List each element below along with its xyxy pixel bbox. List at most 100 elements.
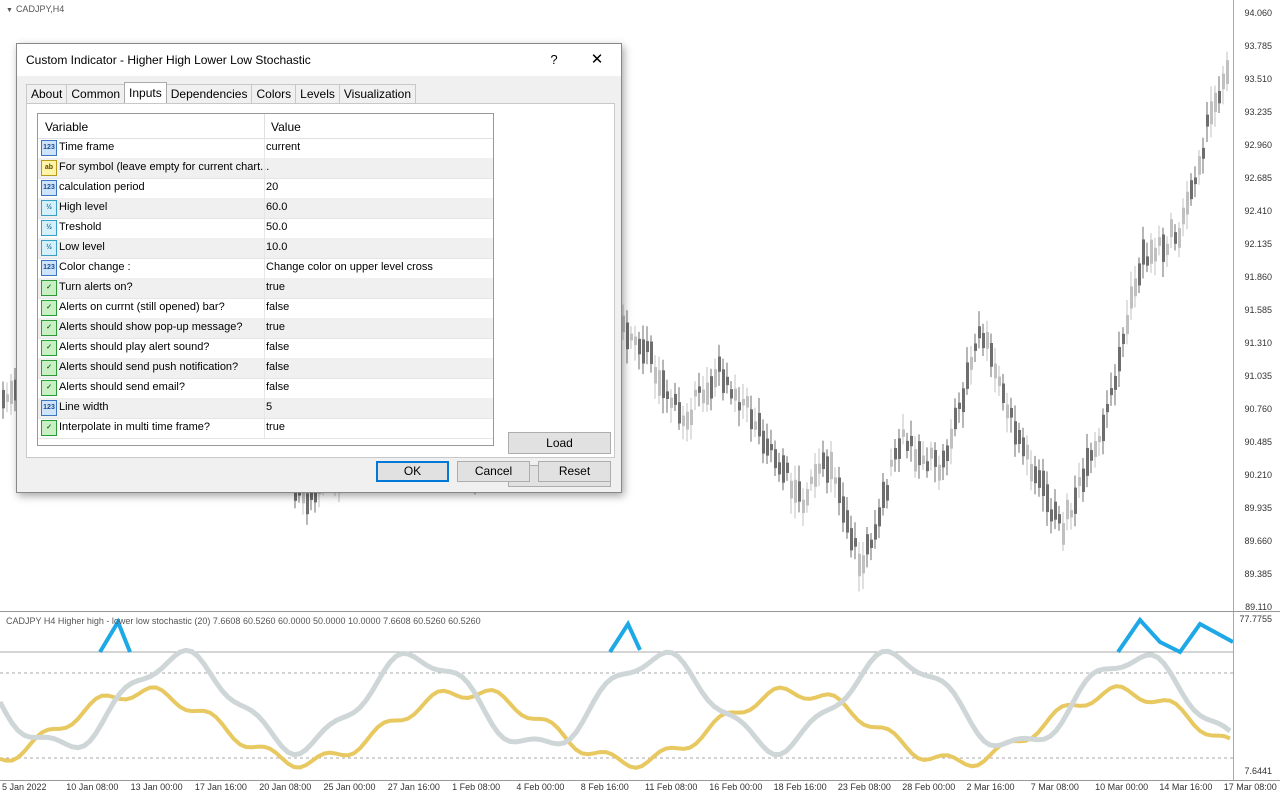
column-header-value[interactable]: Value — [271, 120, 301, 134]
tab-inputs[interactable]: Inputs — [124, 82, 167, 103]
dialog-title-bar[interactable]: Custom Indicator - Higher High Lower Low… — [17, 44, 621, 76]
param-value[interactable]: true — [266, 421, 285, 433]
param-row[interactable]: ✓ Alerts should play alert sound? false — [38, 338, 493, 359]
ok-button[interactable]: OK — [376, 461, 449, 482]
candle — [2, 389, 5, 409]
high-segment-line — [98, 617, 132, 654]
param-value[interactable]: true — [266, 321, 285, 333]
tab-common[interactable]: Common — [66, 84, 126, 103]
param-name: Treshold — [59, 221, 102, 233]
tab-colors[interactable]: Colors — [251, 84, 297, 103]
candle — [838, 477, 841, 504]
stochastic-indicator-chart[interactable] — [0, 612, 1280, 780]
reset-button[interactable]: Reset — [538, 461, 611, 482]
close-icon[interactable]: ✕ — [587, 50, 607, 70]
column-separator — [264, 258, 265, 278]
param-row[interactable]: ½ High level 60.0 — [38, 198, 493, 219]
time-axis-line — [0, 780, 1280, 781]
param-name: Alerts should play alert sound? — [59, 341, 210, 353]
candle — [1214, 92, 1217, 113]
candle — [890, 459, 893, 467]
candle — [1146, 256, 1149, 266]
param-value[interactable]: 5 — [266, 401, 272, 413]
candle — [998, 376, 1001, 387]
candle — [734, 388, 737, 401]
param-row[interactable]: 123 Color change : Change color on upper l… — [38, 258, 493, 279]
high-segment-line — [1116, 616, 1234, 655]
column-header-variable[interactable]: Variable — [45, 120, 88, 134]
candle — [750, 409, 753, 430]
candle — [774, 449, 777, 469]
param-row[interactable]: 123 Line width 5 — [38, 398, 493, 419]
price-tick-label: 92.685 — [1244, 173, 1272, 183]
tab-about[interactable]: About — [26, 84, 68, 103]
candle — [926, 461, 929, 472]
param-row[interactable]: ½ Low level 10.0 — [38, 238, 493, 259]
param-row[interactable]: 123 Time frame current — [38, 138, 493, 159]
tab-levels[interactable]: Levels — [295, 84, 340, 103]
param-name: Low level — [59, 241, 105, 253]
param-row[interactable]: ½ Treshold 50.0 — [38, 218, 493, 239]
param-value[interactable]: false — [266, 361, 289, 373]
candle — [1182, 207, 1185, 225]
candle — [902, 429, 905, 437]
candle — [650, 341, 653, 365]
candle — [982, 333, 985, 349]
time-tick-label: 4 Feb 00:00 — [516, 782, 565, 792]
time-tick-label: 14 Mar 16:00 — [1159, 782, 1213, 792]
candle — [622, 315, 625, 333]
candle — [762, 430, 765, 454]
param-row[interactable]: ✓ Alerts should send email? false — [38, 378, 493, 399]
cancel-button[interactable]: Cancel — [457, 461, 530, 482]
bool-type-icon: ✓ — [41, 280, 57, 296]
param-value[interactable]: 10.0 — [266, 241, 287, 253]
candle — [1174, 232, 1177, 244]
candle — [946, 445, 949, 462]
candle — [914, 449, 917, 472]
candle — [910, 435, 913, 447]
load-button[interactable]: Load — [508, 432, 611, 454]
candle — [778, 462, 781, 475]
candle — [830, 451, 833, 480]
param-row[interactable]: ✓ Alerts should show pop-up message? true — [38, 318, 493, 339]
time-tick-label: 11 Feb 08:00 — [645, 782, 698, 792]
candle — [1142, 239, 1145, 265]
param-row[interactable]: 123 calculation period 20 — [38, 178, 493, 199]
candle — [1150, 239, 1153, 264]
param-value[interactable]: false — [266, 301, 289, 313]
param-row[interactable]: ✓ Alerts on currnt (still opened) bar? fal… — [38, 298, 493, 319]
param-value[interactable]: current — [266, 141, 300, 153]
param-value[interactable]: true — [266, 281, 285, 293]
candle — [1082, 468, 1085, 493]
param-value[interactable]: 20 — [266, 181, 278, 193]
param-row[interactable]: ab For symbol (leave empty for current ch… — [38, 158, 493, 179]
tab-dependencies[interactable]: Dependencies — [165, 84, 253, 103]
price-tick-label: 93.785 — [1244, 41, 1272, 51]
param-row[interactable]: ✓ Alerts should send push notification? fa… — [38, 358, 493, 379]
column-separator — [264, 358, 265, 378]
dbl-type-icon: ½ — [41, 240, 57, 256]
param-value[interactable]: Change color on upper level cross — [266, 261, 433, 273]
indicator-tick-label: 77.7755 — [1239, 614, 1272, 624]
candle — [1126, 314, 1129, 335]
bool-type-icon: ✓ — [41, 320, 57, 336]
candle — [630, 333, 633, 341]
param-value[interactable]: 60.0 — [266, 201, 287, 213]
candle — [626, 322, 629, 350]
column-separator — [264, 138, 265, 158]
parameters-grid[interactable]: Variable Value 123 Time frame current ab For… — [37, 113, 494, 446]
column-separator — [264, 158, 265, 178]
param-row[interactable]: ✓ Interpolate in multi time frame? true — [38, 418, 493, 439]
candle — [1194, 177, 1197, 185]
param-name: High level — [59, 201, 108, 213]
help-button[interactable]: ? — [544, 50, 564, 70]
candle — [1198, 156, 1201, 175]
candle — [950, 428, 953, 449]
param-row[interactable]: ✓ Turn alerts on? true — [38, 278, 493, 299]
tab-visualization[interactable]: Visualization — [338, 84, 417, 103]
param-value[interactable]: false — [266, 381, 289, 393]
candle — [1066, 499, 1069, 520]
param-value[interactable]: false — [266, 341, 289, 353]
param-value[interactable]: 50.0 — [266, 221, 287, 233]
candle — [942, 450, 945, 468]
